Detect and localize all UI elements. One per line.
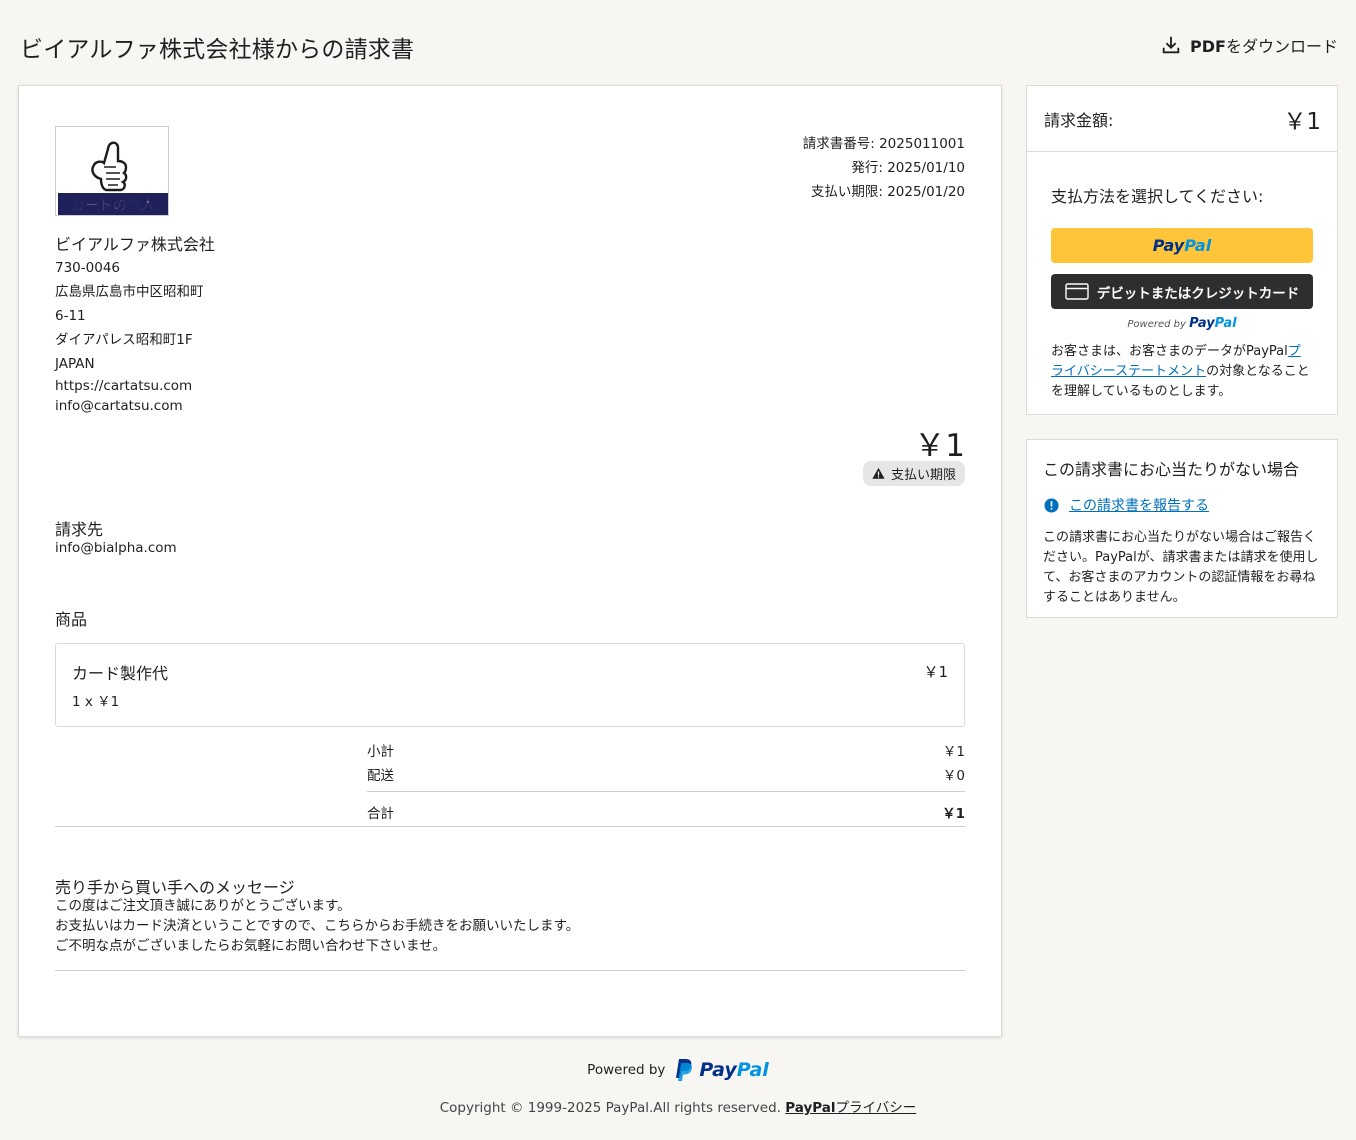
- info-icon: [1044, 497, 1059, 513]
- paypal-button-label-pay: Pay: [1152, 236, 1185, 255]
- amount-due-value: ￥1: [1283, 108, 1321, 135]
- copyright-text: Copyright © 1999-2025 PayPal.All rights …: [439, 1100, 781, 1116]
- shipping-value: ￥0: [942, 768, 965, 784]
- report-row: この請求書を報告する: [1044, 495, 1321, 515]
- powered-by-paypal: Powered by PayPal: [1127, 316, 1237, 331]
- shipping-row: 配送 ￥0: [367, 762, 965, 786]
- item-quantity: 1 x ￥1: [72, 694, 120, 710]
- seller-address-line3: ダイアパレス昭和町1F: [55, 332, 193, 348]
- shipping-label: 配送: [367, 768, 394, 784]
- invoice-card: カードの達人 請求書番号: 2025011001 発行: 2025/01/10 …: [18, 85, 1002, 1037]
- paypal-privacy-link[interactable]: PayPalプライバシー: [785, 1100, 916, 1116]
- bill-to-email: info@bialpha.com: [55, 540, 177, 556]
- payment-panel: 請求金額: ￥1 支払方法を選択してください: Pay Pal デビットまたはクレ…: [1026, 85, 1338, 415]
- list-item: カード製作代 ￥1 1 x ￥1: [55, 643, 965, 727]
- download-pdf-label: PDFをダウンロード: [1190, 37, 1338, 56]
- message-line: お支払いはカード決済ということですので、こちらからお手続きをお願いいたします。: [55, 918, 580, 934]
- seller-name: ビイアルファ株式会社: [55, 235, 215, 254]
- paypal-button[interactable]: Pay Pal: [1051, 228, 1313, 263]
- subtotal-value: ￥1: [942, 744, 965, 760]
- invoice-issued: 発行: 2025/01/10: [851, 160, 965, 176]
- invoice-due: 支払い期限: 2025/01/20: [810, 184, 965, 200]
- report-panel-body: この請求書にお心当たりがない場合はご報告ください。PayPalが、請求書または請…: [1043, 530, 1319, 605]
- report-invoice-link[interactable]: この請求書を報告する: [1069, 495, 1209, 515]
- subtotal-label: 小計: [367, 744, 394, 760]
- report-panel-title: この請求書にお心当たりがない場合: [1043, 460, 1300, 479]
- card-icon: [1065, 283, 1089, 300]
- seller-message: この度はご注文頂き誠にありがとうございます。 お支払いはカード決済ということです…: [55, 896, 579, 956]
- seller-website: https://cartatsu.com: [55, 378, 193, 394]
- invoice-number: 請求書番号: 2025011001: [802, 136, 965, 152]
- invoice-meta: 請求書番号: 2025011001 発行: 2025/01/10 支払い期限: …: [803, 132, 965, 204]
- amount-due-label: 請求金額:: [1044, 110, 1114, 130]
- svg-text:カードの達人: カードの達人: [71, 197, 156, 214]
- items-label: 商品: [55, 610, 88, 629]
- seller-address-line2: 6-11: [55, 308, 86, 324]
- download-pdf-button[interactable]: PDFをダウンロード: [1160, 33, 1338, 57]
- seller-postal: 730-0046: [55, 260, 120, 276]
- privacy-note: お客さまは、お客さまのデータがPayPalプライバシーステートメントの対象となる…: [1051, 344, 1310, 399]
- message-line: ご不明な点がございましたらお気軽にお問い合わせ下さいませ。: [55, 938, 447, 954]
- footer-powered-by: Powered by PayPal: [0, 1058, 1356, 1082]
- seller-email: info@cartatsu.com: [55, 398, 183, 414]
- payment-method-heading: 支払方法を選択してください:: [1051, 187, 1264, 206]
- card-payment-label: デビットまたはクレジットカード: [1096, 285, 1300, 302]
- message-line: この度はご注文頂き誠にありがとうございます。: [55, 898, 351, 914]
- footer-powered-label: Powered by: [587, 1062, 666, 1078]
- item-name: カード製作代: [72, 664, 169, 683]
- subtotal-row: 小計 ￥1: [367, 738, 965, 762]
- page-title: ビイアルファ株式会社様からの請求書: [20, 37, 415, 63]
- item-price: ￥1: [923, 663, 948, 681]
- seller-contact: https://cartatsu.com info@cartatsu.com: [55, 376, 192, 416]
- amount-due-row: 請求金額: ￥1: [1027, 86, 1337, 152]
- total-value: ￥1: [942, 806, 965, 822]
- status-badge-label: 支払い期限: [890, 468, 956, 483]
- paypal-logo: PayPal: [673, 1058, 769, 1082]
- card-payment-button[interactable]: デビットまたはクレジットカード: [1051, 274, 1313, 309]
- status-badge: 支払い期限: [862, 461, 965, 486]
- seller-address: 730-0046 広島県広島市中区昭和町 6-11 ダイアパレス昭和町1F JA…: [55, 256, 204, 376]
- warning-icon: [872, 467, 885, 479]
- message-label: 売り手から買い手へのメッセージ: [55, 878, 295, 897]
- seller-logo: カードの達人: [55, 126, 169, 216]
- download-icon: [1162, 36, 1180, 54]
- total-label: 合計: [367, 806, 394, 822]
- totals-bottom-divider: [55, 826, 965, 827]
- total-row: 合計 ￥1: [367, 792, 965, 826]
- message-divider: [55, 970, 965, 971]
- seller-country: JAPAN: [55, 356, 95, 372]
- report-panel: この請求書にお心当たりがない場合 この請求書を報告する この請求書にお心当たりが…: [1026, 439, 1338, 618]
- paypal-button-label-pal: Pal: [1184, 236, 1212, 255]
- totals: 小計 ￥1 配送 ￥0 合計 ￥1: [367, 738, 965, 826]
- paypal-p-icon: [676, 1059, 693, 1081]
- invoice-amount: ￥1: [914, 428, 965, 464]
- bill-to-label: 請求先: [55, 520, 104, 539]
- copyright: Copyright © 1999-2025 PayPal.All rights …: [0, 1096, 1356, 1116]
- seller-address-line1: 広島県広島市中区昭和町: [55, 284, 204, 300]
